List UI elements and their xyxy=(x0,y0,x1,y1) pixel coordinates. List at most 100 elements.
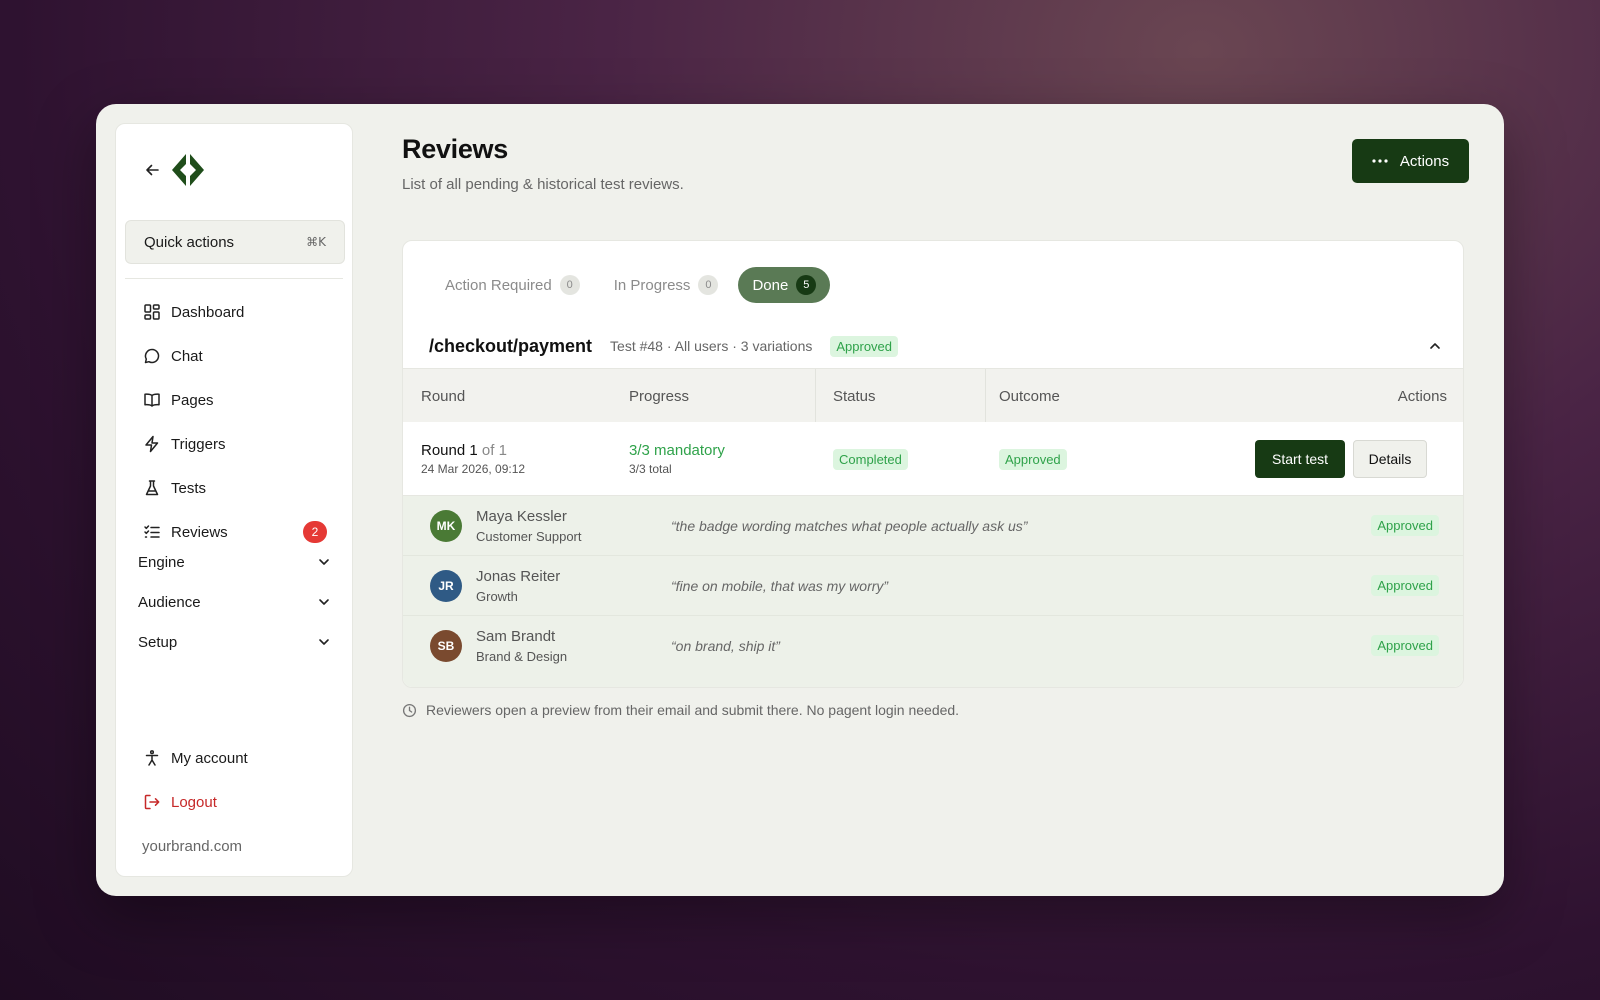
start-test-button[interactable]: Start test xyxy=(1255,440,1345,478)
chat-icon xyxy=(144,348,160,364)
reviewer-role: Brand & Design xyxy=(476,649,568,664)
sidebar-item-label: Dashboard xyxy=(171,303,245,321)
sidebar-group-setup[interactable]: Setup xyxy=(125,622,345,662)
tab-count-badge: 5 xyxy=(796,275,817,295)
review-card: Action Required 0 In Progress 0 Done 5 /… xyxy=(402,240,1464,688)
round-of: of 1 xyxy=(481,442,507,459)
reviewer-list: MK Maya Kessler Customer Support “the ba… xyxy=(403,496,1463,687)
status-cell: Completed xyxy=(833,422,908,496)
quick-actions-label: Quick actions xyxy=(144,233,235,251)
sidebar-group-audience[interactable]: Audience xyxy=(125,582,345,622)
round-label: Round 1 xyxy=(421,442,478,459)
sidebar-item-label: Tests xyxy=(171,479,207,497)
sidebar-group-label: Audience xyxy=(138,593,201,611)
logout-button[interactable]: Logout xyxy=(125,780,345,824)
tab-label: In Progress xyxy=(613,276,691,294)
progress-cell: 3/3 mandatory 3/3 total xyxy=(629,422,725,496)
reviewer-verdict-badge: Approved xyxy=(1371,635,1439,656)
status-badge: Completed xyxy=(833,448,908,470)
chevron-down-icon xyxy=(319,559,329,565)
column-header-outcome: Outcome xyxy=(999,387,1060,405)
collapse-button[interactable] xyxy=(1427,338,1443,354)
progress-total: 3/3 total xyxy=(629,462,672,476)
sidebar-bottom: My account Logout xyxy=(125,736,345,824)
info-note: Reviewers open a preview from their emai… xyxy=(402,702,959,718)
column-divider xyxy=(815,369,816,423)
round-date: 24 Mar 2026, 09:12 xyxy=(421,462,526,476)
tab-action-required[interactable]: Action Required 0 xyxy=(431,267,594,303)
reviewer-row: MK Maya Kessler Customer Support “the ba… xyxy=(403,496,1463,556)
info-note-text: Reviewers open a preview from their emai… xyxy=(426,702,960,718)
dashboard-icon xyxy=(144,304,160,320)
outcome-badge: Approved xyxy=(999,448,1067,470)
progress-mandatory: 3/3 mandatory xyxy=(629,442,725,459)
round-cell: Round 1 of 1 24 Mar 2026, 09:12 xyxy=(421,422,525,496)
reviewer-quote: “the badge wording matches what people a… xyxy=(671,518,1028,534)
sidebar-item-my-account[interactable]: My account xyxy=(125,736,345,780)
quick-actions-shortcut: ⌘K xyxy=(306,235,326,249)
sidebar-group-engine[interactable]: Engine xyxy=(125,542,345,582)
chevron-up-icon xyxy=(1430,343,1440,349)
lightning-icon xyxy=(145,435,159,453)
reviewer-verdict-badge: Approved xyxy=(1371,575,1439,596)
chevron-down-icon xyxy=(319,599,329,605)
sidebar-item-triggers[interactable]: Triggers xyxy=(125,422,345,466)
reviewer-row: SB Sam Brandt Brand & Design “on brand, … xyxy=(403,616,1463,676)
sidebar-item-label: Pages xyxy=(171,391,214,409)
sidebar-divider xyxy=(125,278,343,279)
more-dots-icon xyxy=(1372,159,1388,163)
workspace-domain: yourbrand.com xyxy=(142,838,243,855)
logout-label: Logout xyxy=(171,793,217,811)
sidebar-item-dashboard[interactable]: Dashboard xyxy=(125,290,345,334)
column-header-round: Round xyxy=(421,387,466,405)
avatar: SB xyxy=(430,630,462,662)
sidebar-nav: Dashboard Chat Pages Triggers Tests Revi… xyxy=(125,290,345,554)
brand-logo-icon xyxy=(170,152,206,188)
outcome-cell: Approved xyxy=(999,422,1067,496)
flask-icon xyxy=(145,480,159,496)
avatar: MK xyxy=(430,510,462,542)
tab-in-progress[interactable]: In Progress 0 xyxy=(600,267,733,303)
reviewer-verdict-badge: Approved xyxy=(1371,515,1439,536)
test-route: /checkout/payment xyxy=(429,335,593,356)
back-arrow-icon[interactable] xyxy=(144,162,160,178)
reviewer-name: Sam Brandt xyxy=(476,628,556,645)
sidebar-item-chat[interactable]: Chat xyxy=(125,334,345,378)
reviewer-quote: “on brand, ship it” xyxy=(671,638,780,654)
tab-done[interactable]: Done 5 xyxy=(738,267,831,303)
sidebar-group-label: Setup xyxy=(138,633,178,651)
chevron-down-icon xyxy=(319,639,329,645)
page-subtitle: List of all pending & historical test re… xyxy=(402,176,684,193)
details-button[interactable]: Details xyxy=(1353,440,1427,478)
avatar: JR xyxy=(430,570,462,602)
clock-icon xyxy=(402,703,417,717)
test-meta: Test #48 · All users · 3 variations xyxy=(610,338,813,354)
sidebar-groups: Engine Audience Setup xyxy=(125,542,345,662)
checklist-icon xyxy=(144,525,160,538)
sidebar-item-label: Triggers xyxy=(171,435,226,453)
column-header-progress: Progress xyxy=(629,387,690,405)
test-header: /checkout/payment Test #48 · All users ·… xyxy=(429,331,1443,361)
person-icon xyxy=(145,750,159,766)
sidebar-item-pages[interactable]: Pages xyxy=(125,378,345,422)
reviewer-name: Maya Kessler xyxy=(476,508,567,525)
reviews-count-badge: 2 xyxy=(303,521,327,543)
actions-button[interactable]: Actions xyxy=(1352,139,1469,183)
app-window: Quick actions ⌘K Dashboard Chat Pages Tr… xyxy=(96,104,1504,896)
table-header: Round Progress Status Outcome Actions xyxy=(403,368,1463,423)
quick-actions-button[interactable]: Quick actions ⌘K xyxy=(125,220,345,264)
sidebar-item-tests[interactable]: Tests xyxy=(125,466,345,510)
column-header-status: Status xyxy=(833,387,876,405)
tab-count-badge: 0 xyxy=(559,275,580,295)
column-divider xyxy=(985,369,986,423)
sidebar-header xyxy=(144,152,206,188)
sidebar-item-label: Chat xyxy=(171,347,203,365)
tab-label: Action Required xyxy=(445,276,552,294)
sidebar: Quick actions ⌘K Dashboard Chat Pages Tr… xyxy=(115,123,353,877)
actions-button-label: Actions xyxy=(1399,152,1450,170)
logout-icon xyxy=(144,794,160,810)
sidebar-item-label: My account xyxy=(171,749,248,767)
sidebar-item-label: Reviews xyxy=(171,523,228,541)
reviewer-role: Customer Support xyxy=(476,529,582,544)
reviewer-name: Jonas Reiter xyxy=(476,568,561,585)
